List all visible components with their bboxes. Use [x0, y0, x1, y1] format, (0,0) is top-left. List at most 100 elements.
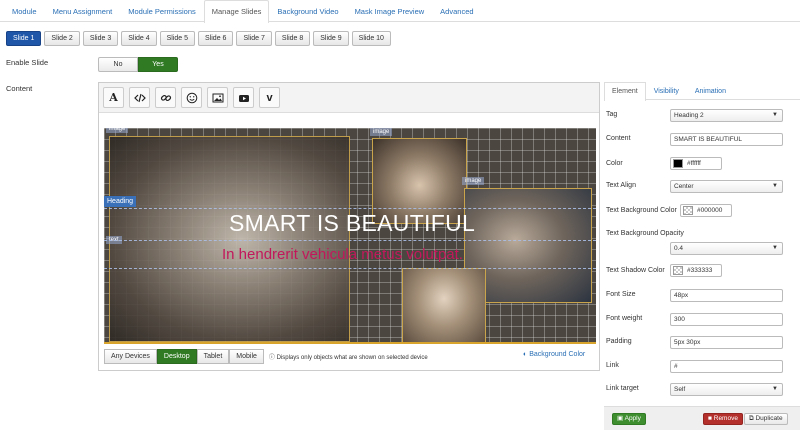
slide-subtext[interactable]: In hendrerit vehicula metus volutpat. — [222, 246, 463, 263]
content-field-label: Content — [606, 135, 631, 142]
slide-selector: Slide 1 Slide 2 Slide 3 Slide 4 Slide 5 … — [6, 31, 391, 46]
link-label: Link — [606, 362, 619, 369]
text-bg-opacity-select[interactable]: 0.4 ▼ — [670, 242, 783, 255]
slide-7-button[interactable]: Slide 7 — [236, 31, 272, 46]
tab-advanced[interactable]: Advanced — [432, 0, 481, 22]
apply-button[interactable]: ▣ Apply — [612, 413, 646, 425]
slide-2-button[interactable]: Slide 2 — [44, 31, 80, 46]
mobile-button[interactable]: Mobile — [229, 349, 264, 364]
link-target-value: Self — [674, 386, 686, 393]
tag-label: Tag — [606, 111, 618, 118]
copy-icon: ⧉ — [749, 415, 754, 422]
text-bg-opacity-value: 0.4 — [674, 245, 684, 252]
youtube-icon[interactable] — [233, 87, 254, 108]
text-guide-bottom — [104, 268, 596, 269]
image-icon[interactable] — [207, 87, 228, 108]
main-photo[interactable] — [109, 136, 350, 342]
text-align-value: Center — [674, 183, 694, 190]
top-tabs: Module Menu Assignment Module Permission… — [0, 0, 800, 23]
caret-icon: ▼ — [772, 112, 778, 118]
remove-button[interactable]: ■ Remove — [703, 413, 743, 425]
code-icon[interactable] — [129, 87, 150, 108]
tab-module-permissions[interactable]: Module Permissions — [120, 0, 204, 22]
content-input[interactable]: SMART IS BEAUTIFUL — [670, 133, 783, 146]
device-bar: Any Devices Desktop Tablet Mobile ⓘ Disp… — [104, 349, 428, 364]
layer-tag-image-1[interactable]: image — [106, 128, 129, 133]
slide-8-button[interactable]: Slide 8 — [274, 31, 311, 46]
enable-slide-no-button[interactable]: No — [98, 57, 138, 72]
slide-editor: A v image image image text Heading SMART… — [98, 82, 600, 371]
font-size-label: Font Size — [606, 291, 636, 298]
trash-icon: ■ — [708, 415, 712, 422]
slide-1-button[interactable]: Slide 1 — [6, 31, 42, 46]
slide-3-button[interactable]: Slide 3 — [82, 31, 119, 46]
text-shadow-color-input[interactable]: #333333 — [670, 264, 722, 277]
vimeo-icon[interactable]: v — [259, 87, 280, 108]
duplicate-button[interactable]: ⧉ Duplicate — [744, 413, 788, 425]
layer-tag-image-2[interactable]: image — [370, 128, 393, 136]
link-input[interactable]: # — [670, 360, 783, 373]
desktop-button[interactable]: Desktop — [156, 349, 197, 364]
editor-toolbar: A v — [99, 83, 599, 113]
slide-9-button[interactable]: Slide 9 — [313, 31, 349, 46]
tab-mask-image-preview[interactable]: Mask Image Preview — [347, 0, 433, 22]
slide-canvas[interactable]: image image image text Heading SMART IS … — [104, 128, 596, 344]
any-devices-button[interactable]: Any Devices — [104, 349, 157, 364]
padding-label: Padding — [606, 338, 632, 345]
duplicate-label: Duplicate — [755, 415, 783, 422]
enable-slide-toggle: No Yes — [98, 57, 178, 72]
tab-background-video[interactable]: Background Video — [269, 0, 346, 22]
tag-select[interactable]: Heading 2 ▼ — [670, 109, 783, 122]
color-swatch[interactable] — [673, 159, 683, 168]
layer-tag-image-3[interactable]: image — [462, 177, 485, 185]
padding-input[interactable]: 5px 30px — [670, 336, 783, 349]
link-icon[interactable] — [155, 87, 176, 108]
text-align-select[interactable]: Center ▼ — [670, 180, 783, 193]
text-shadow-color-swatch[interactable] — [673, 266, 683, 275]
slide-heading[interactable]: SMART IS BEAUTIFUL — [229, 210, 475, 237]
color-input[interactable]: #ffffff — [670, 157, 722, 170]
tab-manage-slides[interactable]: Manage Slides — [203, 0, 270, 23]
tab-menu-assignment[interactable]: Menu Assignment — [45, 0, 121, 22]
text-bg-color-swatch[interactable] — [683, 206, 693, 215]
text-icon[interactable]: A — [103, 87, 124, 108]
save-icon: ▣ — [617, 415, 624, 422]
tablet-button[interactable]: Tablet — [196, 349, 230, 364]
color-label: Color — [606, 160, 623, 167]
color-value: #ffffff — [687, 160, 701, 167]
panel-tabs: Element Visibility Animation — [604, 82, 800, 101]
tab-visibility[interactable]: Visibility — [646, 82, 687, 99]
slide-4-button[interactable]: Slide 4 — [121, 31, 157, 46]
element-panel: Element Visibility Animation Tag Heading… — [604, 82, 800, 430]
device-note: ⓘ Displays only objects what are shown o… — [269, 352, 428, 361]
caret-icon: ▼ — [772, 245, 778, 251]
tab-animation[interactable]: Animation — [687, 82, 734, 99]
apply-label: Apply — [624, 415, 641, 422]
caret-icon: ▼ — [772, 183, 778, 189]
enable-slide-label: Enable Slide — [6, 58, 49, 67]
text-shadow-color-label: Text Shadow Color — [606, 267, 665, 274]
background-color-button[interactable]: ◐ Background Color — [523, 351, 585, 358]
enable-slide-yes-button[interactable]: Yes — [138, 57, 178, 72]
smiley-icon[interactable] — [181, 87, 202, 108]
link-target-select[interactable]: Self ▼ — [670, 383, 783, 396]
device-note-text: Displays only objects what are shown on … — [276, 355, 428, 361]
font-weight-input[interactable]: 300 — [670, 313, 783, 326]
heading-guide-bottom — [104, 240, 596, 241]
text-bg-color-input[interactable]: #000000 — [680, 204, 732, 217]
heading-layer-tag[interactable]: Heading — [104, 196, 137, 207]
photo-bottom[interactable] — [402, 268, 486, 342]
content-label: Content — [6, 84, 33, 93]
contrast-icon: ◐ — [523, 351, 528, 358]
text-align-label: Text Align — [606, 182, 636, 189]
tag-value: Heading 2 — [674, 112, 704, 119]
slide-10-button[interactable]: Slide 10 — [351, 31, 391, 46]
caret-icon: ▼ — [772, 386, 778, 392]
link-target-label: Link target — [606, 385, 639, 392]
font-size-input[interactable]: 48px — [670, 289, 783, 302]
tab-element[interactable]: Element — [604, 82, 646, 101]
tab-module[interactable]: Module — [4, 0, 45, 22]
slide-6-button[interactable]: Slide 6 — [198, 31, 234, 46]
slide-5-button[interactable]: Slide 5 — [159, 31, 196, 46]
text-bg-opacity-label: Text Background Opacity — [606, 230, 684, 237]
